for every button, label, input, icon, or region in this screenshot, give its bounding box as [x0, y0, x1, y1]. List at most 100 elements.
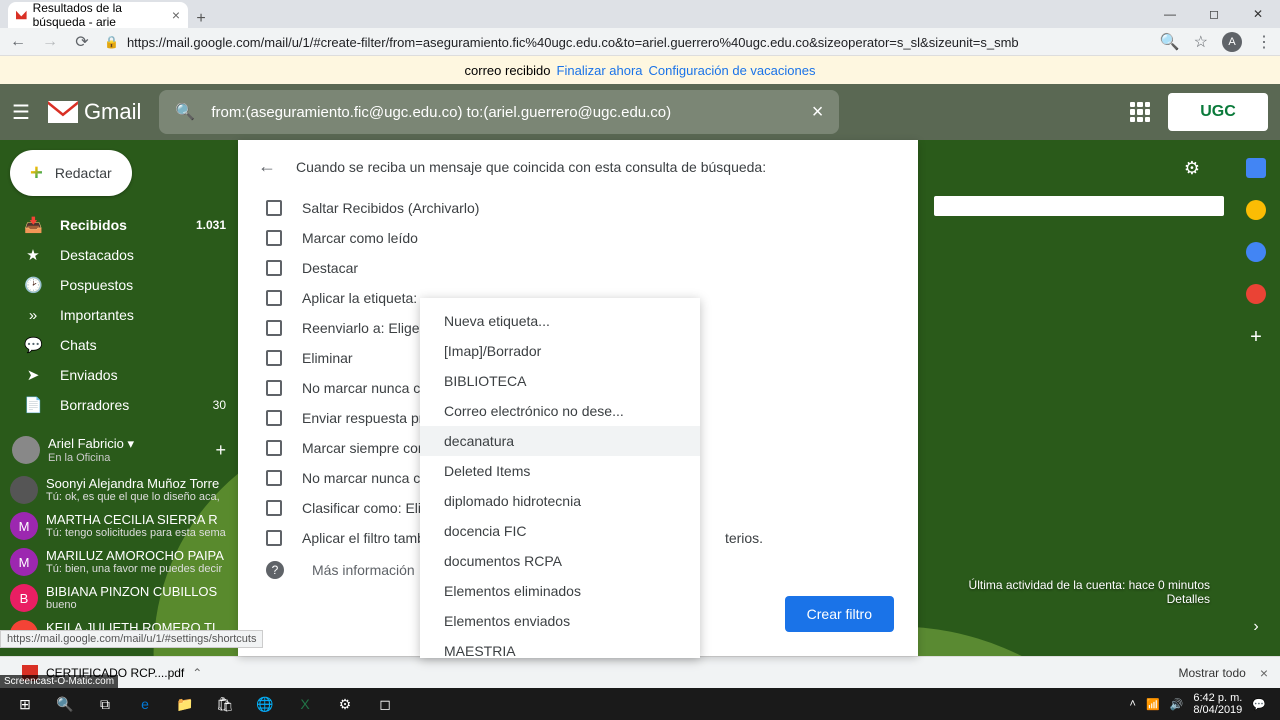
checkbox[interactable]	[266, 470, 282, 486]
search-box[interactable]: 🔍 ×	[159, 90, 839, 134]
chat-item[interactable]: Soonyi Alejandra Muñoz TorreTú: ok, es q…	[0, 472, 238, 508]
calendar-icon[interactable]	[1246, 158, 1266, 178]
close-download-bar-icon[interactable]: ×	[1260, 665, 1268, 681]
dropdown-item[interactable]: documentos RCPA	[420, 546, 700, 576]
close-window-button[interactable]: ✕	[1236, 0, 1280, 28]
collapse-panel-icon[interactable]: ›	[1253, 618, 1258, 636]
search-taskbar-icon[interactable]: 🔍	[46, 690, 84, 718]
addon-icon[interactable]	[1246, 284, 1266, 304]
dropdown-item[interactable]: decanatura	[420, 426, 700, 456]
sidebar-item-enviados[interactable]: ➤Enviados	[0, 360, 238, 390]
tray-chevron-icon[interactable]: ˄	[1130, 698, 1136, 710]
excel-icon[interactable]: X	[286, 690, 324, 718]
dropdown-item[interactable]: Correo electrónico no dese...	[420, 396, 700, 426]
sidebar-item-pospuestos[interactable]: 🕑Pospuestos	[0, 270, 238, 300]
reload-button[interactable]: ⟳	[72, 32, 92, 52]
sidebar-item-importantes[interactable]: »Importantes	[0, 300, 238, 330]
checkbox[interactable]	[266, 260, 282, 276]
checkbox[interactable]	[266, 290, 282, 306]
back-arrow-icon[interactable]: ←	[258, 156, 276, 177]
back-button[interactable]: ←	[8, 33, 28, 51]
dropdown-item[interactable]: Nueva etiqueta...	[420, 306, 700, 336]
gmail-logo[interactable]: Gmail	[48, 99, 141, 125]
sidebar-item-borradores[interactable]: 📄Borradores30	[0, 390, 238, 420]
star-icon[interactable]: ☆	[1194, 32, 1208, 52]
create-filter-button[interactable]: Crear filtro	[785, 596, 894, 632]
checkbox[interactable]	[266, 530, 282, 546]
checkbox[interactable]	[266, 320, 282, 336]
network-icon[interactable]: 📶	[1146, 698, 1160, 711]
more-info-link[interactable]: Más información	[312, 562, 415, 578]
system-tray[interactable]: ˄ 📶 🔊 6:42 p. m. 8/04/2019 💬	[1130, 692, 1274, 716]
dropdown-item[interactable]: docencia FIC	[420, 516, 700, 546]
start-button[interactable]: ⊞	[6, 690, 44, 718]
label-dropdown[interactable]: Nueva etiqueta...[Imap]/BorradorBIBLIOTE…	[420, 298, 700, 658]
chat-item[interactable]: BBIBIANA PINZON CUBILLOSbueno	[0, 580, 238, 616]
browser-tab[interactable]: Resultados de la búsqueda - arie ×	[8, 2, 188, 28]
chrome-icon[interactable]: 🌐	[246, 690, 284, 718]
checkbox[interactable]	[266, 200, 282, 216]
help-icon[interactable]: ?	[266, 561, 284, 579]
forward-button[interactable]: →	[40, 33, 60, 51]
banner-link-finalize[interactable]: Finalizar ahora	[557, 63, 643, 78]
download-chevron-icon[interactable]: ⌃	[192, 666, 202, 680]
nav-label: Enviados	[60, 367, 118, 383]
dropdown-item[interactable]: BIBLIOTECA	[420, 366, 700, 396]
keep-icon[interactable]	[1246, 200, 1266, 220]
notifications-icon[interactable]: 💬	[1252, 698, 1266, 711]
search-input[interactable]	[211, 104, 795, 121]
checkbox[interactable]	[266, 230, 282, 246]
checkbox[interactable]	[266, 410, 282, 426]
new-tab-button[interactable]: +	[188, 10, 214, 28]
dropdown-item[interactable]: Deleted Items	[420, 456, 700, 486]
minimize-button[interactable]: —	[1148, 0, 1192, 28]
dropdown-item[interactable]: MAESTRIA	[420, 636, 700, 658]
compose-button[interactable]: + Redactar	[10, 150, 132, 196]
chat-avatar: M	[10, 548, 38, 576]
filter-option[interactable]: Marcar como leído	[238, 223, 918, 253]
edge-icon[interactable]: e	[126, 690, 164, 718]
clear-search-icon[interactable]: ×	[812, 101, 824, 124]
app-icon-1[interactable]: 🛍	[206, 690, 244, 718]
add-user-icon[interactable]: +	[215, 440, 226, 461]
sidebar-item-destacados[interactable]: ★Destacados	[0, 240, 238, 270]
banner-link-vacation[interactable]: Configuración de vacaciones	[649, 63, 816, 78]
search-icon[interactable]: 🔍	[1160, 32, 1180, 52]
dropdown-item[interactable]: Elementos eliminados	[420, 576, 700, 606]
settings-gear-icon[interactable]: ⚙	[1184, 158, 1200, 179]
checkbox[interactable]	[266, 380, 282, 396]
checkbox[interactable]	[266, 440, 282, 456]
sidebar-item-recibidos[interactable]: 📥Recibidos1.031	[0, 210, 238, 240]
chat-message: Tú: tengo solicitudes para esta sema	[46, 527, 226, 539]
dropdown-item[interactable]: Elementos enviados	[420, 606, 700, 636]
chat-item[interactable]: MMARILUZ AMOROCHO PAIPATú: bien, una fav…	[0, 544, 238, 580]
user-section[interactable]: Ariel Fabricio ▾ En la Oficina +	[0, 428, 238, 472]
menu-icon[interactable]: ⋮	[1256, 32, 1272, 52]
checkbox[interactable]	[266, 500, 282, 516]
details-link[interactable]: Detalles	[969, 592, 1210, 606]
tasks-icon[interactable]	[1246, 242, 1266, 262]
checkbox[interactable]	[266, 350, 282, 366]
maximize-button[interactable]: ◻	[1192, 0, 1236, 28]
filter-option[interactable]: Saltar Recibidos (Archivarlo)	[238, 193, 918, 223]
tab-close-icon[interactable]: ×	[172, 7, 180, 23]
dropdown-item[interactable]: diplomado hidrotecnia	[420, 486, 700, 516]
filter-option[interactable]: Destacar	[238, 253, 918, 283]
url-field[interactable]: 🔒 https://mail.google.com/mail/u/1/#crea…	[104, 35, 1148, 50]
org-logo[interactable]: UGC	[1168, 93, 1268, 131]
apps-grid-icon[interactable]	[1130, 102, 1150, 122]
clock[interactable]: 6:42 p. m. 8/04/2019	[1193, 692, 1242, 716]
app-icon-2[interactable]: ◻	[366, 690, 404, 718]
task-view-icon[interactable]: ⧉	[86, 690, 124, 718]
settings-taskbar-icon[interactable]: ⚙	[326, 690, 364, 718]
add-addon-icon[interactable]: +	[1250, 326, 1262, 349]
chat-item[interactable]: MMARTHA CECILIA SIERRA RTú: tengo solici…	[0, 508, 238, 544]
menu-hamburger-icon[interactable]: ☰	[12, 100, 30, 125]
profile-avatar[interactable]: A	[1222, 32, 1242, 52]
dropdown-item[interactable]: [Imap]/Borrador	[420, 336, 700, 366]
show-all-downloads[interactable]: Mostrar todo	[1178, 666, 1245, 680]
search-icon[interactable]: 🔍	[175, 102, 195, 122]
sidebar-item-chats[interactable]: 💬Chats	[0, 330, 238, 360]
volume-icon[interactable]: 🔊	[1170, 698, 1184, 711]
explorer-icon[interactable]: 📁	[166, 690, 204, 718]
